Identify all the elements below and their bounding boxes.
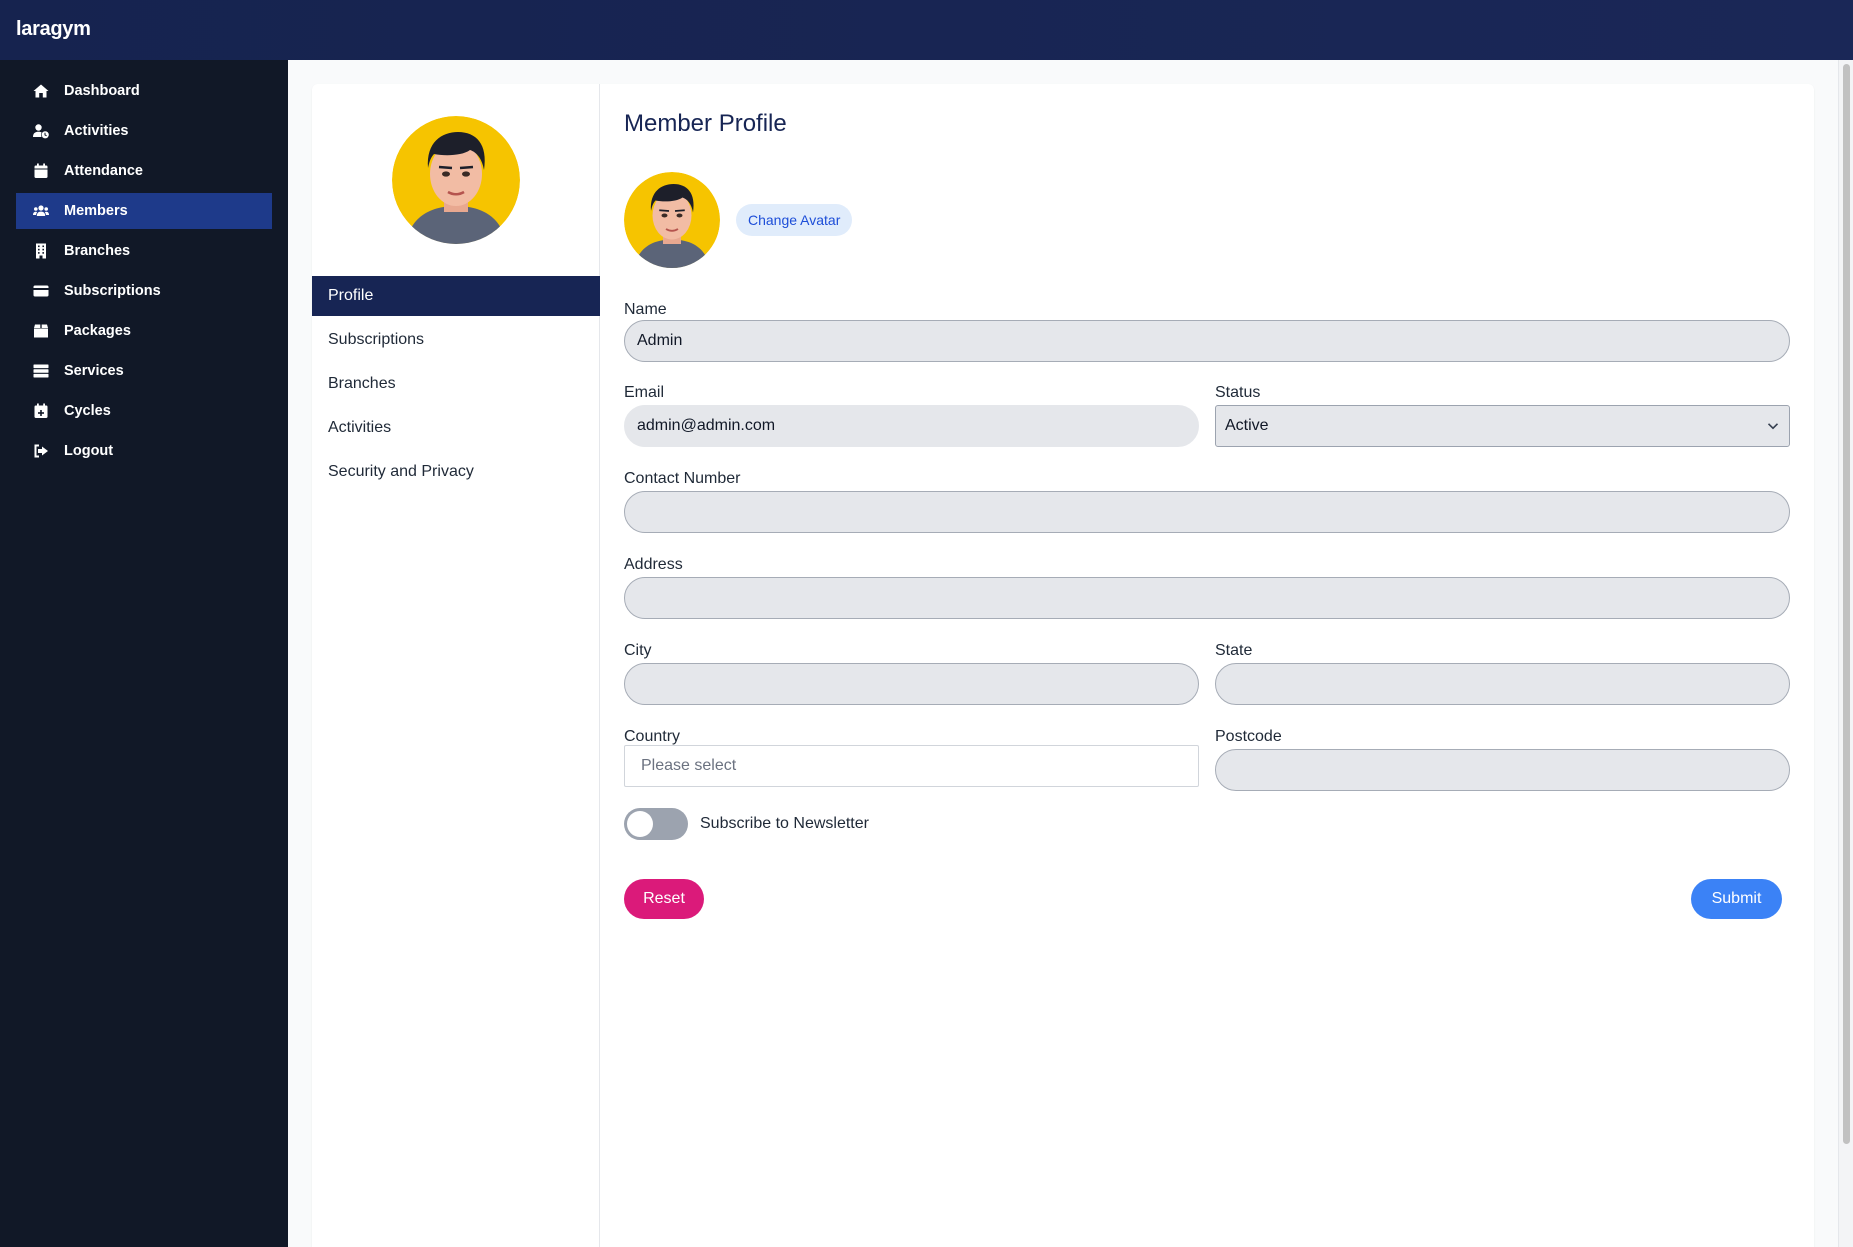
- tab-subscriptions[interactable]: Subscriptions: [312, 320, 600, 360]
- tab-activities[interactable]: Activities: [312, 408, 600, 448]
- email-field[interactable]: [624, 405, 1199, 447]
- sidebar-item-packages[interactable]: Packages: [16, 313, 272, 349]
- contact-number-input[interactable]: [624, 491, 1790, 533]
- profile-sidebar: Profile Subscriptions Branches Activitie…: [312, 84, 600, 1247]
- change-avatar-button[interactable]: Change Avatar: [736, 204, 853, 236]
- tab-branches[interactable]: Branches: [312, 364, 600, 404]
- sidebar-item-label: Services: [64, 363, 124, 379]
- profile-form: Member Profile Change Avatar Name Email …: [624, 84, 1790, 1247]
- country-placeholder: Please select: [641, 757, 737, 774]
- status-label: Status: [1215, 384, 1261, 401]
- sidebar-item-label: Branches: [64, 243, 131, 259]
- sidebar-item-label: Subscriptions: [64, 283, 161, 299]
- sidebar-item-activities[interactable]: Activities: [16, 113, 272, 149]
- building-icon: [32, 242, 50, 260]
- newsletter-label: Subscribe to Newsletter: [700, 815, 869, 832]
- sidebar-item-members[interactable]: Members: [16, 193, 272, 229]
- sidebar-item-label: Dashboard: [64, 83, 140, 99]
- sidebar: Dashboard Activities Attendance Members …: [0, 60, 288, 1247]
- reset-button[interactable]: Reset: [624, 879, 704, 919]
- state-label: State: [1215, 642, 1253, 659]
- sidebar-nav: Dashboard Activities Attendance Members …: [16, 73, 272, 473]
- sidebar-item-attendance[interactable]: Attendance: [16, 153, 272, 189]
- sidebar-item-label: Logout: [64, 443, 114, 459]
- profile-tabs: Profile Subscriptions Branches Activitie…: [312, 276, 600, 496]
- brand-logo[interactable]: laragym: [16, 18, 91, 41]
- sidebar-item-subscriptions[interactable]: Subscriptions: [16, 273, 272, 309]
- users-icon: [32, 202, 50, 220]
- city-label: City: [624, 642, 652, 659]
- avatar-preview: [624, 172, 720, 268]
- submit-button[interactable]: Submit: [1691, 879, 1782, 919]
- toggle-knob: [627, 811, 653, 837]
- sidebar-item-label: Attendance: [64, 163, 143, 179]
- credit-card-icon: [32, 282, 50, 300]
- address-input[interactable]: [624, 577, 1790, 619]
- sidebar-item-label: Packages: [64, 323, 131, 339]
- profile-card: Profile Subscriptions Branches Activitie…: [312, 84, 1814, 1247]
- city-input[interactable]: [624, 663, 1199, 705]
- status-select[interactable]: Active: [1215, 405, 1790, 447]
- sidebar-item-cycles[interactable]: Cycles: [16, 393, 272, 429]
- calendar-icon: [32, 162, 50, 180]
- scrollbar-thumb[interactable]: [1843, 64, 1850, 1144]
- calendar-plus-icon: [32, 402, 50, 420]
- name-input[interactable]: [624, 320, 1790, 362]
- sign-out-icon: [32, 442, 50, 460]
- home-icon: [32, 82, 50, 100]
- avatar: [392, 116, 520, 244]
- sidebar-item-branches[interactable]: Branches: [16, 233, 272, 269]
- tab-profile[interactable]: Profile: [312, 276, 600, 316]
- server-icon: [32, 362, 50, 380]
- page-scrollbar[interactable]: [1838, 60, 1853, 1247]
- postcode-input[interactable]: [1215, 749, 1790, 791]
- sidebar-item-dashboard[interactable]: Dashboard: [16, 73, 272, 109]
- sidebar-item-label: Activities: [64, 123, 129, 139]
- sidebar-item-label: Members: [64, 203, 128, 219]
- contact-number-label: Contact Number: [624, 470, 741, 487]
- country-select[interactable]: Please select: [624, 745, 1199, 787]
- top-bar: laragym: [0, 0, 1853, 60]
- state-input[interactable]: [1215, 663, 1790, 705]
- postcode-label: Postcode: [1215, 728, 1282, 745]
- tab-security-and-privacy[interactable]: Security and Privacy: [312, 452, 600, 492]
- sidebar-item-label: Cycles: [64, 403, 111, 419]
- sidebar-item-logout[interactable]: Logout: [16, 433, 272, 469]
- email-label: Email: [624, 384, 665, 401]
- newsletter-toggle[interactable]: [624, 808, 688, 840]
- status-selected-value: Active: [1225, 417, 1269, 434]
- chevron-down-icon: [1767, 423, 1779, 430]
- country-label: Country: [624, 728, 681, 745]
- sidebar-item-services[interactable]: Services: [16, 353, 272, 389]
- page-title: Member Profile: [624, 110, 787, 137]
- address-label: Address: [624, 556, 683, 573]
- box-icon: [32, 322, 50, 340]
- name-label: Name: [624, 301, 667, 318]
- user-clock-icon: [32, 122, 50, 140]
